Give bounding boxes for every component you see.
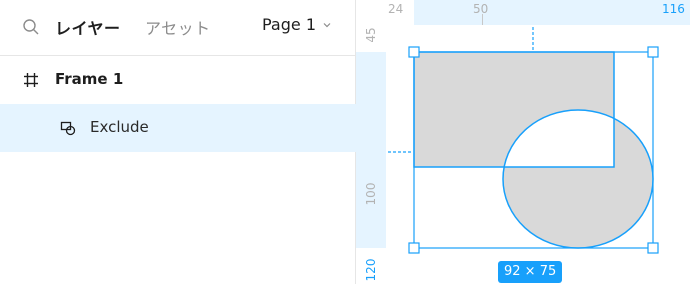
page-selector-label: Page 1 (262, 15, 316, 34)
resize-handle-top-left[interactable] (408, 46, 420, 58)
canvas-artwork (388, 27, 659, 254)
resize-handle-bottom-right[interactable] (647, 242, 659, 254)
selection-size-badge: 92 × 75 (498, 261, 563, 283)
layer-label-frame: Frame 1 (55, 70, 124, 88)
search-icon[interactable] (22, 18, 40, 36)
panel-header: レイヤー アセット Page 1 (0, 0, 356, 56)
chevron-down-icon (323, 22, 331, 27)
layer-label-exclude: Exclude (90, 118, 149, 136)
resize-handle-bottom-left[interactable] (408, 242, 420, 254)
tab-assets[interactable]: アセット (145, 15, 211, 39)
layers-panel: レイヤー アセット Page 1 Frame 1 Exclude (0, 0, 356, 284)
page-selector[interactable]: Page 1 (262, 15, 332, 34)
exclude-shape[interactable] (414, 52, 653, 248)
layer-item-exclude[interactable]: Exclude (0, 104, 356, 152)
tab-layers[interactable]: レイヤー (55, 15, 121, 39)
resize-handle-top-right[interactable] (647, 46, 659, 58)
canvas[interactable]: 24 50 116 45 100 120 92 × 75 (356, 0, 690, 284)
boolean-exclude-icon (60, 121, 76, 136)
layer-item-frame[interactable]: Frame 1 (0, 56, 356, 104)
frame-icon (24, 73, 38, 87)
